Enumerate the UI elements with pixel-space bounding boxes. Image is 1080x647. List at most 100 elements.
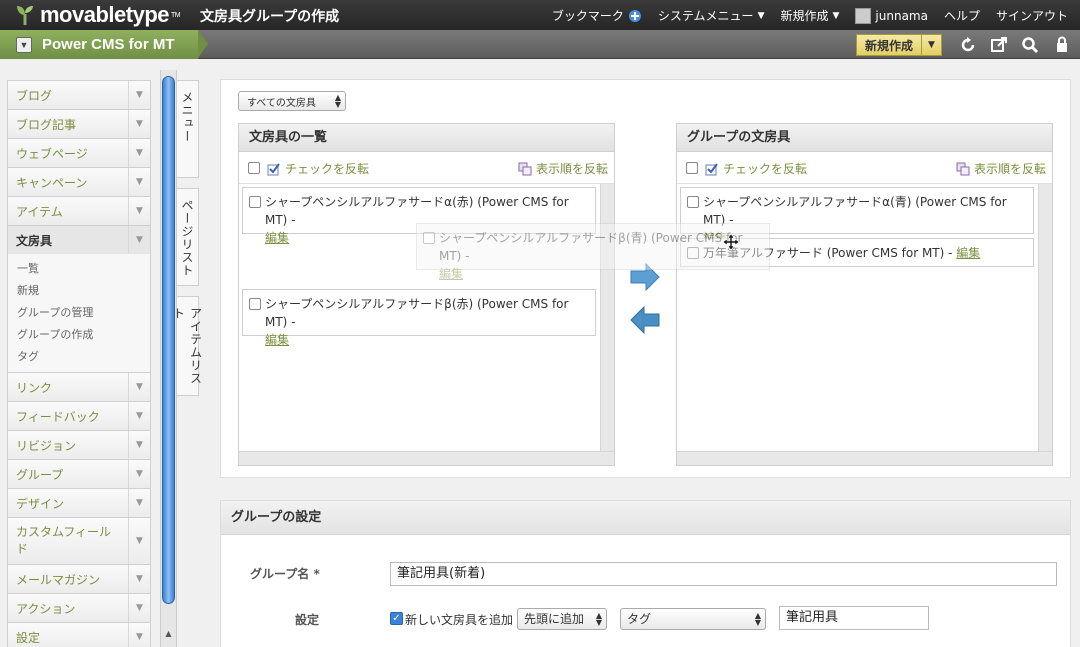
expand-arrow-icon[interactable]: ▼: [128, 110, 150, 138]
bookmark-menu[interactable]: ブックマーク: [552, 7, 642, 24]
user-menu[interactable]: junnama: [855, 7, 928, 24]
external-link-icon[interactable]: [990, 36, 1008, 54]
list-item[interactable]: シャープペンシルアルファサードβ(赤) (Power CMS for MT) -…: [242, 289, 596, 347]
sidebar-item-custom-fields[interactable]: カスタムフィールド ▼: [7, 517, 151, 564]
tab-menu[interactable]: メニュー: [177, 80, 199, 178]
add-position-value: 先頭に追加: [524, 612, 585, 626]
sidebar-item-links[interactable]: リンク ▼: [7, 372, 151, 401]
tag-select[interactable]: タグ ▲ ▼: [620, 608, 766, 630]
sidebar-item-item[interactable]: アイテム ▼: [7, 196, 151, 225]
username: junnama: [875, 8, 928, 23]
filter-selected-value: すべての文房具: [247, 97, 316, 109]
new-entry-button[interactable]: 新規作成: [856, 34, 923, 56]
move-left-arrow-icon[interactable]: [630, 306, 660, 334]
sidebar-item-design[interactable]: デザイン ▼: [7, 488, 151, 517]
submenu-item-tags[interactable]: タグ: [17, 346, 150, 368]
sidebar-item-label: キャンペーン: [16, 175, 88, 190]
site-name: Power CMS for MT: [42, 36, 175, 53]
stationery-filter-select[interactable]: すべての文房具 ▲ ▼: [238, 91, 346, 111]
expand-arrow-icon[interactable]: ▼: [128, 139, 150, 167]
avatar: [855, 7, 872, 24]
sidebar-item-settings[interactable]: 設定 ▼: [7, 622, 151, 647]
expand-arrow-icon[interactable]: ▼: [128, 623, 150, 647]
item-checkbox[interactable]: [249, 196, 261, 208]
stationery-list-title: 文房具の一覧: [239, 124, 614, 152]
expand-arrow-icon[interactable]: ▼: [128, 226, 150, 254]
dragging-list-item[interactable]: シャープペンシルアルファサードβ(青) (Power CMS for MT) -…: [416, 223, 770, 281]
list-horizontal-scrollbar[interactable]: [677, 451, 1052, 465]
sidebar-item-label: フィードバック: [16, 409, 100, 424]
expand-arrow-icon[interactable]: ▼: [128, 402, 150, 430]
search-icon[interactable]: [1021, 36, 1039, 54]
sidebar-item-entries[interactable]: ブログ記事 ▼: [7, 109, 151, 138]
sidebar-item-label: リンク: [16, 380, 53, 395]
select-all-checkbox[interactable]: [248, 162, 260, 174]
lock-icon[interactable]: [1053, 36, 1071, 54]
create-new-menu[interactable]: 新規作成 ▼: [780, 7, 839, 24]
submenu-item-new[interactable]: 新規: [17, 280, 150, 302]
select-all-checkbox[interactable]: [686, 162, 698, 174]
sidebar-item-webpages[interactable]: ウェブページ ▼: [7, 138, 151, 167]
sidebar-item-actions[interactable]: アクション ▼: [7, 593, 151, 622]
toggle-check-link[interactable]: チェックを反転: [267, 160, 369, 177]
submenu-item-manage-groups[interactable]: グループの管理: [17, 302, 150, 324]
reverse-order-link[interactable]: 表示順を反転: [956, 160, 1046, 177]
expand-arrow-icon[interactable]: ▼: [128, 565, 150, 593]
list-horizontal-scrollbar[interactable]: [239, 451, 614, 465]
new-entry-dropdown-icon[interactable]: ▼: [922, 34, 943, 56]
item-checkbox[interactable]: [249, 298, 261, 310]
expand-arrow-icon[interactable]: ▼: [128, 373, 150, 401]
dropdown-icon[interactable]: ▼: [16, 36, 32, 53]
checkbox-toggle-icon: [267, 162, 280, 175]
logo-tm: TM: [171, 11, 181, 19]
expand-arrow-icon[interactable]: ▼: [128, 168, 150, 196]
sidebar-item-stationery[interactable]: 文房具 ▼: [7, 225, 151, 254]
new-entry-button-group: 新規作成 ▼: [856, 34, 944, 56]
edit-link[interactable]: 編集: [956, 246, 980, 260]
tab-item-list[interactable]: アイテムリスト: [172, 296, 203, 396]
sidebar-item-label: メールマガジン: [16, 572, 101, 587]
sidebar-item-revisions[interactable]: リビジョン ▼: [7, 430, 151, 459]
item-checkbox[interactable]: [423, 232, 435, 244]
sidebar-item-newsletter[interactable]: メールマガジン ▼: [7, 564, 151, 593]
toggle-check-link[interactable]: チェックを反転: [705, 160, 807, 177]
add-new-checkbox[interactable]: ✓: [390, 612, 403, 625]
group-settings-title: グループの設定: [221, 501, 1070, 535]
sidebar-item-campaign[interactable]: キャンペーン ▼: [7, 167, 151, 196]
group-name-input[interactable]: 筆記用具(新着): [390, 562, 1057, 586]
scroll-up-arrow-icon[interactable]: ▲: [160, 624, 177, 642]
list-vertical-scrollbar[interactable]: [1038, 184, 1052, 451]
select-updown-icon: ▲ ▼: [754, 611, 761, 627]
submenu-item-create-group[interactable]: グループの作成: [17, 324, 150, 346]
refresh-icon[interactable]: [959, 36, 977, 54]
add-position-select[interactable]: 先頭に追加 ▲ ▼: [517, 608, 607, 630]
expand-arrow-icon[interactable]: ▼: [128, 81, 150, 109]
sidebar-item-blog[interactable]: ブログ ▼: [7, 80, 151, 109]
site-switcher[interactable]: ▼ Power CMS for MT: [0, 30, 208, 59]
sign-out-link[interactable]: サインアウト: [996, 7, 1068, 24]
edit-link[interactable]: 編集: [265, 333, 289, 347]
expand-arrow-icon[interactable]: ▼: [128, 197, 150, 225]
sidebar-item-feedback[interactable]: フィードバック ▼: [7, 401, 151, 430]
edit-link[interactable]: 編集: [265, 231, 289, 245]
expand-arrow-icon[interactable]: ▼: [128, 431, 150, 459]
movabletype-logo[interactable]: movabletype TM: [14, 2, 181, 28]
sidebar-item-groups[interactable]: グループ ▼: [7, 459, 151, 488]
expand-arrow-icon[interactable]: ▼: [128, 489, 150, 517]
edit-link[interactable]: 編集: [439, 267, 463, 281]
group-stationery-list-title: グループの文房具: [677, 124, 1052, 152]
site-bar: ▼ Power CMS for MT 新規作成 ▼: [0, 30, 1080, 59]
sidebar-item-label: ウェブページ: [16, 146, 88, 161]
item-checkbox[interactable]: [687, 196, 699, 208]
expand-arrow-icon[interactable]: ▼: [128, 518, 150, 564]
settings-label: 設定: [295, 613, 320, 627]
expand-arrow-icon[interactable]: ▼: [128, 594, 150, 622]
reverse-order-link[interactable]: 表示順を反転: [518, 160, 608, 177]
help-link[interactable]: ヘルプ: [944, 7, 980, 24]
sidebar-item-label: 設定: [16, 630, 41, 645]
tab-page-list[interactable]: ページリスト: [177, 188, 199, 286]
system-menu[interactable]: システムメニュー ▼: [658, 7, 765, 24]
expand-arrow-icon[interactable]: ▼: [128, 460, 150, 488]
tag-input[interactable]: 筆記用具: [779, 606, 929, 630]
submenu-item-list[interactable]: 一覧: [17, 258, 150, 280]
